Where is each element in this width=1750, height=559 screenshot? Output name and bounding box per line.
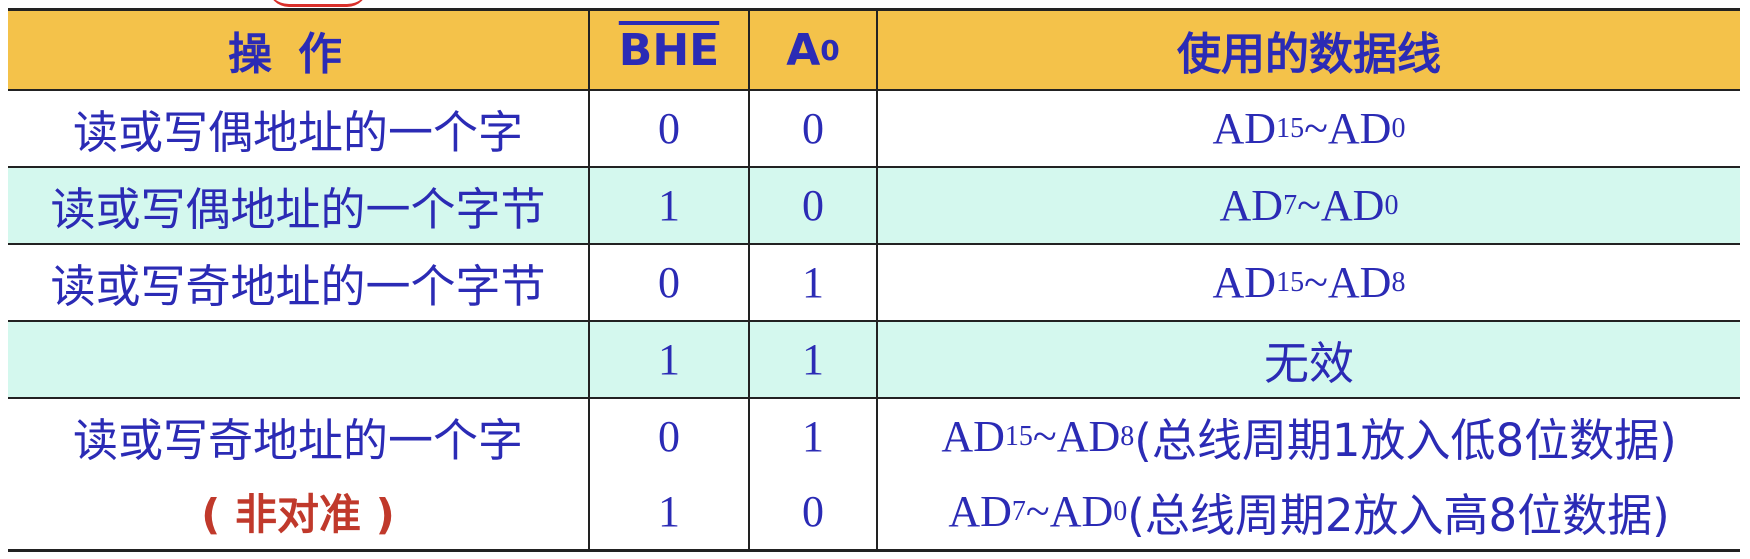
operation-cell: 读或写偶地址的一个字 [8,91,590,166]
header-bhe: BHE [590,11,750,89]
bhe-cell: 1 [590,322,750,397]
header-a0: A0 [750,11,878,89]
header-operation: 操作 [8,11,590,89]
a0-cell: 1 [750,322,878,397]
data-lines-cell: AD 15 ~ AD 0 [1212,104,1406,153]
table-row-unaligned: 读或写奇地址的一个字 ( 非对准 ) 0 1 1 0 AD 15 ~ AD 8 (总线周… [8,399,1740,552]
table-header: 操作 BHE A0 使用的数据线 [8,8,1740,91]
bhe-cell: 1 [590,168,750,243]
operation-cell: 读或写奇地址的一个字 ( 非对准 ) [8,399,590,549]
operation-cell: 读或写偶地址的一个字节 [8,168,590,243]
red-ink-mark [268,0,368,7]
header-data-lines: 使用的数据线 [878,11,1740,89]
data-lines-cell: AD 7 ~ AD 0 [1219,181,1399,230]
unaligned-label: ( 非对准 ) [201,490,395,539]
bhe-cell: 0 [590,245,750,320]
a0-cell: 0 [750,168,878,243]
data-lines-cell: 无效 [1263,337,1354,390]
data-lines-cell: AD 15 ~ AD 8 (总线周期1放入低8位数据) AD 7 ~ AD 0 (总线周期2放入高… [878,399,1740,549]
table-row: 读或写奇地址的一个字节 0 1 AD 15 ~ AD 8 [8,245,1740,322]
operation-text: 读或写奇地址的一个字 [72,414,523,467]
bus-cycle-2-line: AD 7 ~ AD 0 (总线周期2放入高8位数据) [948,487,1670,542]
a0-cell: 1 0 [750,399,878,549]
bhe-cell: 0 [590,91,750,166]
table-row: 读或写偶地址的一个字节 1 0 AD 7 ~ AD 0 [8,168,1740,245]
bus-cycle-1-line: AD 15 ~ AD 8 (总线周期1放入低8位数据) [941,412,1677,467]
operation-cell [8,322,590,397]
table-row: 读或写偶地址的一个字 0 0 AD 15 ~ AD 0 [8,91,1740,168]
table-row: 1 1 无效 [8,322,1740,399]
a0-cell: 1 [750,245,878,320]
operation-cell: 读或写奇地址的一个字节 [8,245,590,320]
address-data-table: 操作 BHE A0 使用的数据线 读或写偶地址的一个字 0 0 AD 15 ~ AD 0… [8,8,1740,552]
bhe-cell: 0 1 [590,399,750,549]
a0-cell: 0 [750,91,878,166]
data-lines-cell: AD 15 ~ AD 8 [1212,258,1406,307]
